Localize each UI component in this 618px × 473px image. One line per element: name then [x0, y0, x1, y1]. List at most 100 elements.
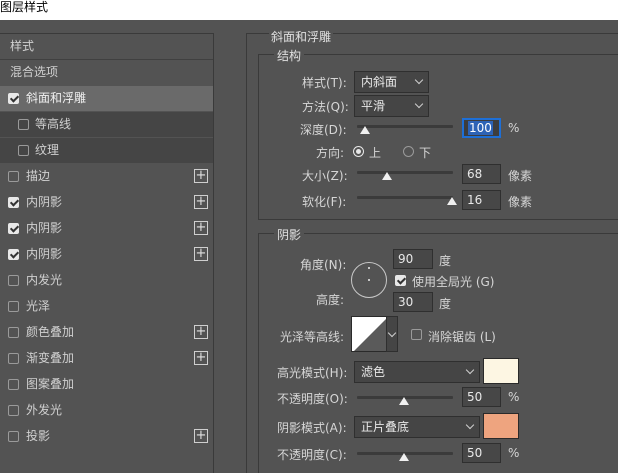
window-title-bar: 图层样式 [0, 0, 618, 20]
add-inner-shadow-plus-icon[interactable]: + [194, 247, 208, 261]
stroke-checkbox[interactable] [8, 171, 19, 182]
depth-unit: % [508, 121, 520, 135]
outer-glow-checkbox[interactable] [8, 405, 19, 416]
chevron-down-icon [387, 328, 397, 338]
shadow-mode-label: 阴影模式(A): [277, 421, 347, 435]
altitude-label: 高度: [316, 293, 345, 307]
inner-shadow-checkbox[interactable] [8, 249, 19, 260]
altitude-unit: 度 [439, 297, 452, 311]
sidebar-item-outer-glow[interactable]: 外发光 [0, 398, 213, 423]
angle-input[interactable]: 90 [393, 249, 433, 269]
add-stroke-plus-icon[interactable]: + [194, 169, 208, 183]
soften-label: 软化(F): [302, 195, 347, 209]
window-title: 图层样式 [0, 0, 49, 14]
soften-input[interactable]: 16 [462, 190, 501, 210]
panel-title: 斜面和浮雕 [269, 28, 334, 45]
gloss-contour-preview[interactable] [351, 316, 387, 352]
size-slider-thumb[interactable] [382, 172, 392, 180]
highlight-mode-select[interactable]: 滤色 [354, 361, 480, 383]
sidebar-item-inner-glow[interactable]: 内发光 [0, 268, 213, 293]
sidebar-item-inner-shadow[interactable]: 内阴影 + [0, 242, 213, 267]
sidebar-item-blending-options[interactable]: 混合选项 [0, 60, 213, 85]
bevel-emboss-checkbox[interactable] [8, 93, 19, 104]
shadow-opacity-slider-thumb[interactable] [399, 453, 409, 461]
depth-slider-track[interactable] [357, 125, 453, 128]
sidebar-item-color-overlay[interactable]: 颜色叠加 + [0, 320, 213, 345]
soften-unit: 像素 [508, 195, 533, 209]
global-light-label: 使用全局光 (G) [412, 275, 495, 289]
shadow-opacity-input[interactable]: 50 [462, 443, 501, 463]
satin-checkbox[interactable] [8, 301, 19, 312]
chevron-down-icon [465, 365, 475, 375]
gradient-overlay-checkbox[interactable] [8, 353, 19, 364]
soften-slider-track[interactable] [357, 196, 453, 199]
sidebar-item-stroke[interactable]: 描边 + [0, 164, 213, 189]
angle-dial[interactable] [351, 262, 387, 298]
highlight-opacity-unit: % [508, 390, 520, 404]
style-label: 样式(T): [302, 76, 347, 90]
sidebar-item-bevel-emboss[interactable]: 斜面和浮雕 [0, 86, 213, 111]
direction-down-radio[interactable] [403, 146, 414, 157]
direction-up-radio[interactable] [353, 146, 364, 157]
direction-up-label: 上 [369, 146, 382, 160]
anti-alias-label: 消除锯齿 (L) [428, 330, 496, 344]
sidebar-item-pattern-overlay[interactable]: 图案叠加 [0, 372, 213, 397]
direction-down-label: 下 [419, 146, 432, 160]
size-slider-track[interactable] [357, 171, 453, 174]
depth-label: 深度(D): [300, 123, 347, 137]
shadow-opacity-unit: % [508, 446, 520, 460]
altitude-input[interactable]: 30 [393, 292, 433, 312]
pattern-overlay-checkbox[interactable] [8, 379, 19, 390]
highlight-opacity-input[interactable]: 50 [462, 387, 501, 407]
sidebar-item-inner-shadow[interactable]: 内阴影 + [0, 190, 213, 215]
shadow-color-swatch[interactable] [483, 413, 519, 439]
technique-label: 方法(Q): [302, 100, 349, 114]
add-gradient-overlay-plus-icon[interactable]: + [194, 351, 208, 365]
highlight-color-swatch[interactable] [483, 358, 519, 384]
angle-label: 角度(N): [300, 258, 347, 272]
soften-slider-thumb[interactable] [447, 197, 457, 205]
add-inner-shadow-plus-icon[interactable]: + [194, 221, 208, 235]
drop-shadow-checkbox[interactable] [8, 431, 19, 442]
chevron-down-icon [414, 99, 424, 109]
shading-legend: 阴影 [274, 226, 305, 243]
add-color-overlay-plus-icon[interactable]: + [194, 325, 208, 339]
highlight-opacity-slider-thumb[interactable] [399, 397, 409, 405]
structure-legend: 结构 [274, 47, 305, 64]
technique-select[interactable]: 平滑 [354, 95, 429, 117]
chevron-down-icon [465, 420, 475, 430]
contour-checkbox[interactable] [18, 119, 29, 130]
sidebar-header-styles[interactable]: 样式 [0, 34, 213, 59]
global-light-checkbox[interactable] [395, 275, 406, 286]
inner-glow-checkbox[interactable] [8, 275, 19, 286]
sidebar-item-satin[interactable]: 光泽 [0, 294, 213, 319]
add-drop-shadow-plus-icon[interactable]: + [194, 429, 208, 443]
sidebar-item-drop-shadow[interactable]: 投影 + [0, 424, 213, 449]
inner-shadow-checkbox[interactable] [8, 197, 19, 208]
styles-sidebar: 样式 混合选项 斜面和浮雕 等高线 纹理 描边 + 内阴影 + 内阴影 + 内阴… [0, 33, 214, 473]
size-label: 大小(Z): [302, 169, 348, 183]
angle-unit: 度 [439, 254, 452, 268]
anti-alias-checkbox[interactable] [411, 329, 422, 340]
gloss-contour-label: 光泽等高线: [280, 330, 345, 344]
highlight-mode-label: 高光模式(H): [277, 366, 348, 380]
direction-label: 方向: [316, 146, 345, 160]
shadow-opacity-label: 不透明度(C): [277, 448, 347, 462]
sidebar-item-inner-shadow[interactable]: 内阴影 + [0, 216, 213, 241]
chevron-down-icon [414, 75, 424, 85]
color-overlay-checkbox[interactable] [8, 327, 19, 338]
highlight-opacity-label: 不透明度(O): [277, 392, 348, 406]
sidebar-item-texture[interactable]: 纹理 [0, 138, 213, 163]
sidebar-item-contour[interactable]: 等高线 [0, 112, 213, 137]
style-select[interactable]: 内斜面 [354, 71, 429, 93]
size-input[interactable]: 68 [462, 164, 501, 184]
inner-shadow-checkbox[interactable] [8, 223, 19, 234]
add-inner-shadow-plus-icon[interactable]: + [194, 195, 208, 209]
depth-input[interactable]: 100 [462, 118, 501, 138]
gloss-contour-curve-icon [354, 319, 386, 351]
gloss-contour-dropdown[interactable] [386, 316, 398, 352]
shadow-mode-select[interactable]: 正片叠底 [354, 416, 480, 438]
depth-slider-thumb[interactable] [360, 126, 370, 134]
texture-checkbox[interactable] [18, 145, 29, 156]
sidebar-item-gradient-overlay[interactable]: 渐变叠加 + [0, 346, 213, 371]
